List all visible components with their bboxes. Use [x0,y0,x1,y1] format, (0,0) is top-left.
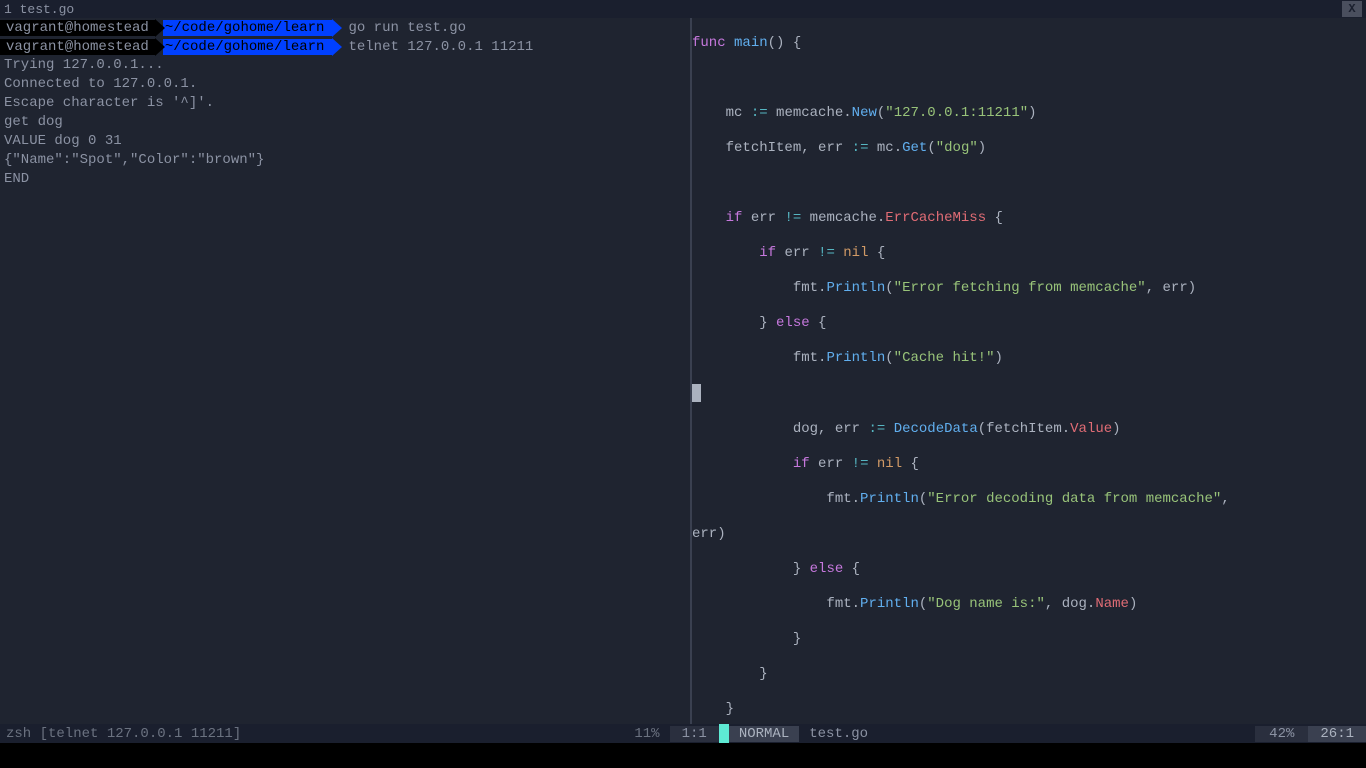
status-left-shell: zsh [telnet 127.0.0.1 11211] [0,726,247,742]
prompt-line-2: vagrant@homestead ~/code/gohome/learn te… [0,37,690,56]
status-percent-left: 11% [624,726,669,742]
terminal-pane[interactable]: vagrant@homestead ~/code/gohome/learn go… [0,18,690,724]
editor-pane[interactable]: func main() { mc := memcache.New("127.0.… [690,18,1366,724]
mode-separator-icon [719,724,729,743]
editor-cursor [692,384,701,402]
main-area: vagrant@homestead ~/code/gohome/learn go… [0,18,1366,724]
prompt-arrow-icon [155,38,165,56]
prompt-arrow-icon [332,19,342,37]
close-button[interactable]: X [1342,1,1362,17]
titlebar-title: 1 test.go [4,2,74,17]
bottom-gap [0,743,1366,768]
status-pos-left: 1:1 [670,726,719,742]
prompt-arrow-icon [155,19,165,37]
status-mode: NORMAL [729,726,799,742]
prompt-path: ~/code/gohome/learn [163,20,333,36]
prompt-user: vagrant@homestead [0,20,155,36]
prompt-command: telnet 127.0.0.1 11211 [342,39,533,55]
prompt-path: ~/code/gohome/learn [163,39,333,55]
prompt-line-1: vagrant@homestead ~/code/gohome/learn go… [0,18,690,37]
status-filename: test.go [799,726,878,742]
terminal-output: Trying 127.0.0.1... Connected to 127.0.0… [0,56,690,189]
prompt-command: go run test.go [342,20,466,36]
status-percent-right: 42% [1255,726,1308,742]
prompt-user: vagrant@homestead [0,39,155,55]
statusbar: zsh [telnet 127.0.0.1 11211] 11% 1:1 NOR… [0,724,1366,743]
prompt-arrow-icon [332,38,342,56]
titlebar: 1 test.go X [0,0,1366,18]
status-pos-right: 26:1 [1308,726,1366,742]
